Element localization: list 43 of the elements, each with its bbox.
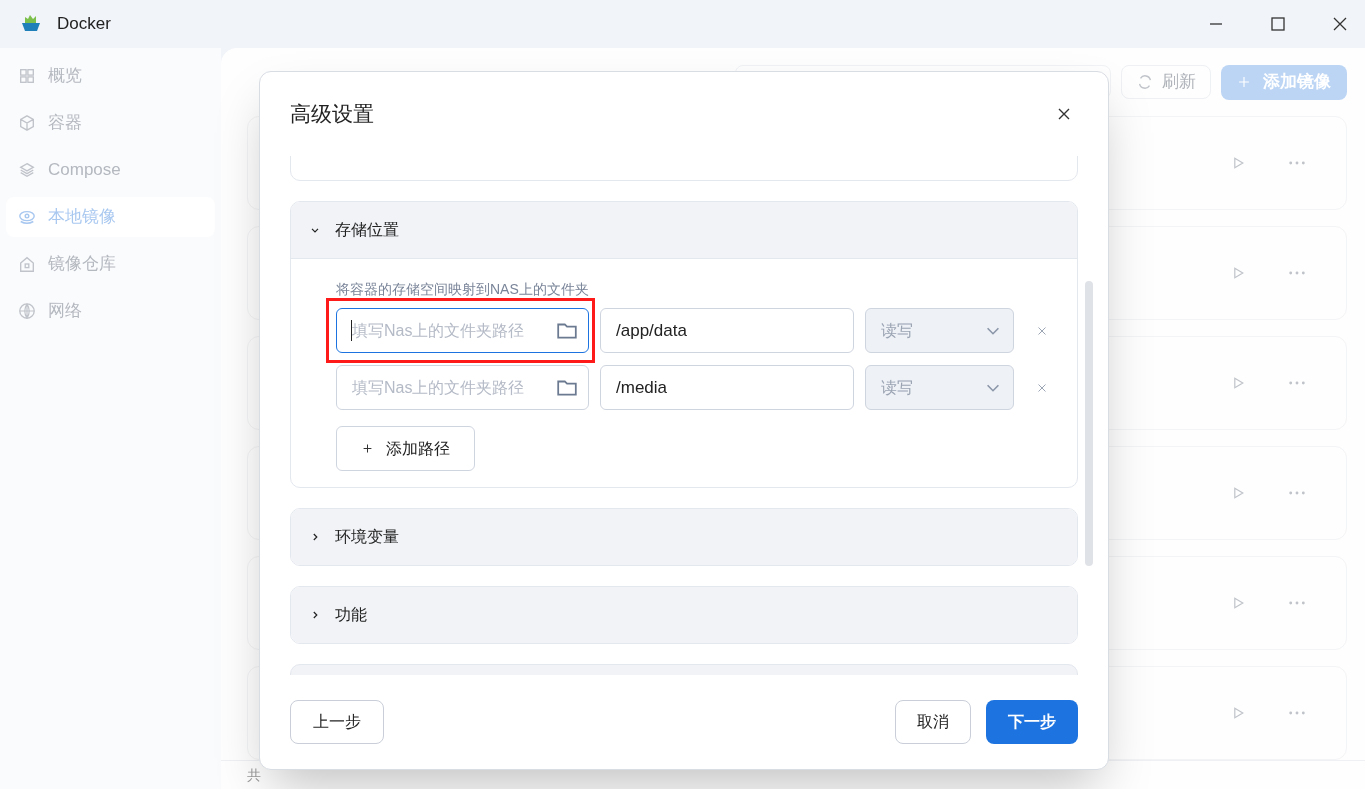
scrollbar[interactable] <box>1085 281 1093 566</box>
section-header[interactable]: 功能 <box>291 587 1077 643</box>
section-description: 将容器的存储空间映射到NAS上的文件夹 <box>336 280 590 299</box>
add-image-button[interactable]: 添加镜像 <box>1221 64 1347 100</box>
container-path-field[interactable]: /media <box>600 365 854 410</box>
sidebar-item[interactable]: 概览 <box>6 56 215 96</box>
plus-icon <box>361 442 374 455</box>
eye-icon <box>18 208 36 226</box>
globe-icon <box>18 302 36 320</box>
section-header[interactable]: 存储位置 <box>291 202 1077 258</box>
close-icon[interactable] <box>1332 16 1348 32</box>
item-count: 共 <box>247 765 261 785</box>
cube-icon <box>18 114 36 132</box>
house-icon <box>18 255 36 273</box>
more-icon[interactable] <box>1288 159 1306 167</box>
section-header[interactable]: 环境变量 <box>291 509 1077 565</box>
sidebar-item[interactable]: 镜像仓库 <box>6 244 215 284</box>
maximize-icon[interactable] <box>1270 16 1286 32</box>
refresh-button[interactable]: 刷新 <box>1121 65 1211 99</box>
close-icon[interactable] <box>1058 108 1070 120</box>
window-title: Docker <box>57 13 111 36</box>
more-icon[interactable] <box>1288 599 1306 607</box>
more-icon[interactable] <box>1288 709 1306 717</box>
sidebar-item[interactable]: 网络 <box>6 291 215 331</box>
sidebar-item[interactable]: 容器 <box>6 103 215 143</box>
cancel-button[interactable]: 取消 <box>895 700 971 744</box>
mode-select[interactable]: 读写 <box>865 365 1014 410</box>
add-path-button[interactable]: 添加路径 <box>336 426 475 471</box>
more-icon[interactable] <box>1288 489 1306 497</box>
more-icon[interactable] <box>1288 379 1306 387</box>
container-path-field[interactable]: /app/data <box>600 308 854 353</box>
mode-select[interactable]: 读写 <box>865 308 1014 353</box>
sidebar-item[interactable]: Compose <box>6 150 215 190</box>
back-button[interactable]: 上一步 <box>290 700 384 744</box>
sidebar-item[interactable]: 本地镜像 <box>6 197 215 237</box>
next-button[interactable]: 下一步 <box>986 700 1078 744</box>
grid-icon <box>18 67 36 85</box>
dialog-title: 高级设置 <box>290 101 374 128</box>
path-field[interactable]: 填写Nas上的文件夹路径 <box>336 308 589 353</box>
refresh-icon <box>1136 73 1154 91</box>
layers-icon <box>18 161 36 179</box>
plus-icon <box>1237 75 1251 89</box>
more-icon[interactable] <box>1288 269 1306 277</box>
